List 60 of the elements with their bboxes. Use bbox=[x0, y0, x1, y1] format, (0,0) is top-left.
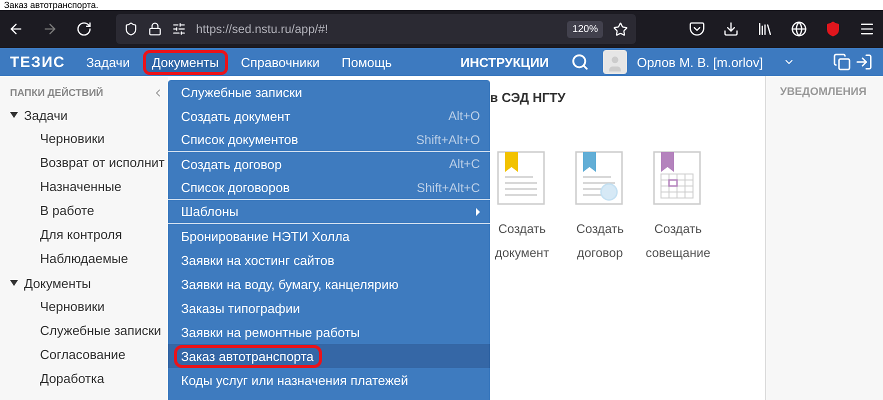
folder-group[interactable]: Задачи bbox=[10, 103, 168, 127]
caret-icon bbox=[10, 280, 18, 286]
menu-item[interactable]: Заказы типографии bbox=[168, 296, 490, 320]
back-icon[interactable] bbox=[8, 21, 24, 37]
action-label[interactable]: Создать документ bbox=[494, 217, 550, 265]
page-title: в СЭД НГТУ bbox=[490, 90, 566, 105]
logo[interactable]: ТЕЗИС bbox=[10, 54, 66, 70]
lock-icon[interactable] bbox=[148, 22, 162, 36]
forward-icon[interactable] bbox=[42, 21, 58, 37]
panel-title: УВЕДОМЛЕНИЯ bbox=[780, 86, 868, 98]
reload-icon[interactable] bbox=[76, 21, 92, 37]
star-icon[interactable] bbox=[613, 22, 628, 36]
library-icon[interactable] bbox=[757, 21, 773, 37]
menu-icon[interactable] bbox=[859, 21, 875, 37]
folder-item[interactable]: В работе bbox=[10, 199, 168, 223]
menu-item[interactable]: Заявки на хостинг сайтов bbox=[168, 248, 490, 272]
menu-item[interactable]: Бронирование НЭТИ Холла bbox=[168, 224, 490, 248]
menu-item[interactable]: Создать документ Alt+O bbox=[168, 104, 490, 128]
download-icon[interactable] bbox=[723, 21, 739, 37]
menu-item[interactable]: Заявки на ремонтные работы bbox=[168, 320, 490, 344]
avatar-icon bbox=[602, 50, 627, 74]
nav-tab[interactable]: Справочники bbox=[232, 50, 329, 74]
user-name[interactable]: Орлов М. В. [m.orlov] bbox=[636, 54, 763, 70]
menu-item[interactable]: Список договоров Shift+Alt+C bbox=[168, 176, 490, 200]
folder-item[interactable]: Назначенные bbox=[10, 175, 168, 199]
menu-item[interactable]: Заявки на воду, бумагу, канцелярию bbox=[168, 272, 490, 296]
folder-item[interactable]: Служебные записки bbox=[10, 319, 168, 343]
folder-item[interactable]: Черновики bbox=[10, 295, 168, 319]
folder-item[interactable]: Доработка bbox=[10, 367, 168, 391]
folder-item[interactable]: Согласование bbox=[10, 343, 168, 367]
caption-text: Заказ автотранспорта. bbox=[3, 0, 100, 10]
folder-item[interactable]: Возврат от исполнит bbox=[10, 151, 168, 175]
folder-group[interactable]: Документы bbox=[10, 271, 168, 295]
shield-icon[interactable] bbox=[124, 22, 138, 36]
sliders-icon[interactable] bbox=[172, 22, 186, 36]
action-label[interactable]: Создать совещание bbox=[646, 217, 710, 265]
search-icon[interactable] bbox=[570, 53, 589, 71]
windows-icon[interactable] bbox=[833, 53, 851, 71]
nav-tab[interactable]: Документы bbox=[142, 50, 228, 74]
zoom-level[interactable]: 120% bbox=[567, 20, 603, 38]
nav-tab[interactable]: Помощь bbox=[332, 50, 401, 74]
menu-item[interactable]: Шаблоны bbox=[168, 200, 490, 224]
menu-item[interactable]: Заказ автотранспорта bbox=[168, 344, 490, 368]
globe-icon[interactable] bbox=[791, 21, 807, 37]
address-bar[interactable]: https://sed.nstu.ru/app/#! 120% bbox=[116, 14, 636, 44]
folder-item[interactable]: Черновики bbox=[10, 127, 168, 151]
nav-tab[interactable]: Задачи bbox=[77, 50, 139, 74]
menu-item[interactable]: Список документов Shift+Alt+O bbox=[168, 128, 490, 152]
instructions-link[interactable]: ИНСТРУКЦИИ bbox=[460, 54, 549, 70]
pocket-icon[interactable] bbox=[689, 21, 705, 37]
menu-item[interactable]: Коды услуг или назначения платежей bbox=[168, 368, 490, 392]
caret-icon bbox=[10, 112, 18, 118]
calendar-document-icon[interactable] bbox=[653, 151, 703, 207]
logout-icon[interactable] bbox=[855, 53, 873, 71]
folder-item[interactable]: Для контроля bbox=[10, 223, 168, 247]
menu-item[interactable]: Создать договор Alt+C bbox=[168, 152, 490, 176]
menu-item[interactable]: Служебные записки bbox=[168, 80, 490, 104]
sidebar-title: ПАПКИ ДЕЙСТВИЙ bbox=[10, 88, 104, 98]
action-label[interactable]: Создать договор bbox=[576, 217, 624, 265]
folder-item[interactable]: Наблюдаемые bbox=[10, 247, 168, 271]
